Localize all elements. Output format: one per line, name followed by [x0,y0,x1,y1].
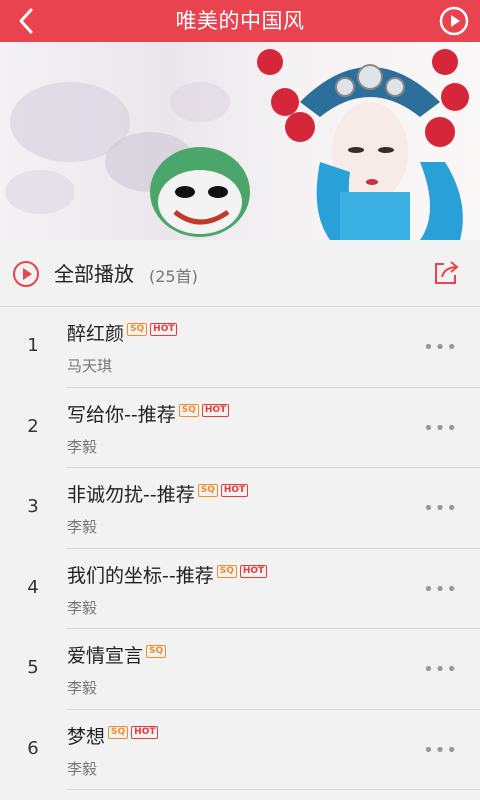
song-title: 我们的坐标--推荐 SQ HOT [67,561,268,588]
song-number: 1 [27,335,39,356]
sq-badge: SQ [216,564,237,578]
song-title-text: 写给你--推荐 [67,403,176,426]
play-all-label[interactable]: 全部播放 [54,258,134,287]
hot-badge: HOT [150,323,178,336]
song-title: 写给你--推荐 SQ HOT [67,400,230,427]
play-all-bar[interactable]: 全部播放 (25首) [0,240,480,307]
song-artist: 李毅 [67,759,98,778]
play-circle-icon[interactable] [12,260,40,288]
more-options-icon[interactable]: ••• [423,418,458,439]
more-options-icon[interactable]: ••• [423,498,458,519]
app-header: 唯美的中国风 [0,0,480,42]
song-artist: 李毅 [67,598,98,617]
song-artist: 李毅 [67,679,98,697]
opera-illustration [5,49,469,240]
sq-badge: SQ [108,725,129,739]
song-number: 2 [27,415,39,437]
page-title: 唯美的中国风 [175,9,305,33]
hot-badge: HOT [239,564,268,578]
hot-badge: HOT [201,403,230,417]
song-row[interactable]: 1 醉红颜 SQ HOT 马天琪 ••• [0,307,480,388]
song-artist: 马天琪 [67,357,113,375]
song-count: (25首) [149,267,198,286]
song-title-text: 我们的坐标--推荐 [67,564,214,587]
sq-badge: SQ [127,323,148,336]
hot-badge: HOT [220,484,249,497]
song-row[interactable]: 4 我们的坐标--推荐 SQ HOT 李毅 ••• [0,549,480,629]
song-artist: 李毅 [67,518,98,536]
hot-badge: HOT [131,725,159,739]
more-options-icon[interactable]: ••• [423,740,458,761]
song-artist: 李毅 [67,437,98,456]
more-options-icon[interactable]: ••• [423,337,458,358]
song-row[interactable]: 5 爱情宣言 SQ 李毅 ••• [0,629,480,710]
song-number: 4 [27,576,39,598]
song-title: 爱情宣言 SQ [67,641,167,668]
song-title-text: 爱情宣言 [67,645,144,667]
song-title-text: 醉红颜 [67,323,125,345]
sq-badge: SQ [146,645,167,658]
song-list: 1 醉红颜 SQ HOT 马天琪 ••• 2 写给你--推荐 SQ HOT 李毅 •••… [0,307,480,790]
more-options-icon[interactable]: ••• [423,579,458,600]
song-number: 6 [27,737,39,759]
song-title-text: 非诚勿扰--推荐 [67,484,195,506]
now-playing-icon[interactable] [438,5,470,37]
song-title: 非诚勿扰--推荐 SQ HOT [67,480,249,507]
song-number: 3 [27,496,39,517]
share-icon[interactable] [432,259,460,287]
playlist-banner-image [0,42,480,240]
more-options-icon[interactable]: ••• [423,659,458,680]
song-title: 梦想 SQ HOT [67,722,159,749]
song-row[interactable]: 3 非诚勿扰--推荐 SQ HOT 李毅 ••• [0,468,480,549]
song-row[interactable]: 2 写给你--推荐 SQ HOT 李毅 ••• [0,388,480,468]
song-number: 5 [27,657,39,678]
sq-badge: SQ [178,403,199,417]
song-title-text: 梦想 [67,725,106,748]
song-title: 醉红颜 SQ HOT [67,319,178,346]
row-divider [67,789,480,790]
song-row[interactable]: 6 梦想 SQ HOT 李毅 ••• [0,710,480,790]
sq-badge: SQ [197,484,218,497]
